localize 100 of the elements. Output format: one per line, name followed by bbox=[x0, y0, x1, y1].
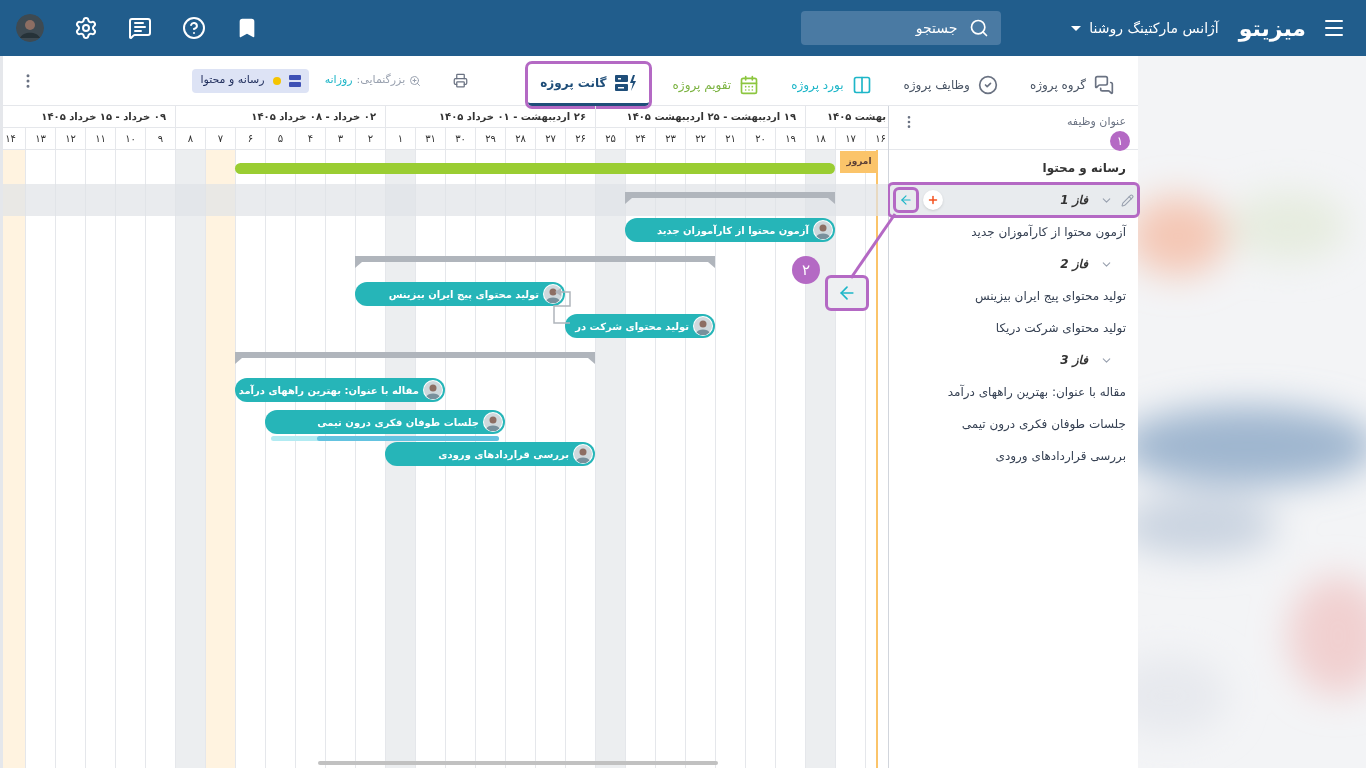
avatar-icon bbox=[573, 444, 593, 464]
task-row[interactable]: جلسات طوفان فکری درون تیمی bbox=[889, 408, 1138, 440]
task-row[interactable]: آزمون محتوا از کارآموزان جدید bbox=[889, 216, 1138, 248]
chat-icon[interactable] bbox=[128, 16, 152, 40]
phase-bracket[interactable] bbox=[625, 192, 835, 204]
day-header: ۳ bbox=[325, 127, 355, 149]
user-avatar[interactable] bbox=[16, 14, 44, 42]
day-header: ۲۶ bbox=[565, 127, 595, 149]
bar-label: آزمون محتوا از کارآموزان جدید bbox=[657, 223, 809, 238]
avatar-icon bbox=[423, 380, 443, 400]
phase-title: فاز 1 bbox=[1060, 192, 1088, 209]
workspace-dropdown[interactable]: آژانس مارکتینگ روشنا bbox=[1071, 17, 1219, 39]
task-title: آزمون محتوا از کارآموزان جدید bbox=[971, 223, 1126, 241]
day-header: ۳۱ bbox=[415, 127, 445, 149]
step-badge: ۱ bbox=[1110, 131, 1130, 151]
gantt-icon bbox=[614, 74, 637, 92]
chat-icon bbox=[1094, 74, 1114, 95]
day-header: ۲۲ bbox=[685, 127, 715, 149]
phase-row[interactable]: فاز 2 bbox=[889, 248, 1138, 280]
task-group-row[interactable]: رسانه و محتوا bbox=[889, 152, 1138, 184]
day-header: ۱۴ bbox=[3, 127, 25, 149]
column-header: عنوان وظیفه bbox=[1066, 114, 1126, 130]
group-title: رسانه و محتوا bbox=[1042, 160, 1126, 177]
day-header: ۲۰ bbox=[745, 127, 775, 149]
task-row[interactable]: تولید محتوای پیج ایران بیزینس bbox=[889, 280, 1138, 312]
help-icon[interactable] bbox=[182, 16, 206, 40]
day-header: ۸ bbox=[175, 127, 205, 149]
calendar-icon bbox=[739, 74, 760, 95]
zoom-icon bbox=[409, 74, 422, 87]
day-header: ۱۱ bbox=[85, 127, 115, 149]
board-icon bbox=[851, 74, 872, 95]
week-header: ۱۹ اردیبهشت - ۲۵ اردیبهشت ۱۴۰۵ bbox=[626, 109, 796, 124]
day-header: ۲۴ bbox=[625, 127, 655, 149]
check-circle-icon bbox=[977, 74, 998, 95]
view-tab[interactable]: وظایف پروژه bbox=[895, 63, 1006, 106]
day-header: ۲۷ bbox=[535, 127, 565, 149]
phase-title: فاز 2 bbox=[1060, 256, 1088, 273]
today-badge: امروز bbox=[840, 151, 878, 173]
day-header: ۹ bbox=[145, 127, 175, 149]
day-header: ۲۱ bbox=[715, 127, 745, 149]
day-header: ۲۹ bbox=[475, 127, 505, 149]
day-header: ۱ bbox=[385, 127, 415, 149]
phase-row[interactable]: فاز 3 bbox=[889, 344, 1138, 376]
bar-label: تولید محتوای شرکت در bbox=[575, 319, 689, 334]
day-header: ۳۰ bbox=[445, 127, 475, 149]
app-logo: میزیتو bbox=[1238, 14, 1306, 44]
day-header: ۱۲ bbox=[55, 127, 85, 149]
bar-label: مقاله با عنوان: بهترین راههای درآمد bbox=[238, 383, 419, 398]
task-title: بررسی قراردادهای ورودی bbox=[995, 448, 1126, 465]
day-header: ۱۶ bbox=[865, 127, 888, 149]
task-row[interactable]: بررسی قراردادهای ورودی bbox=[889, 440, 1138, 472]
day-header: ۱۹ bbox=[775, 127, 805, 149]
day-header: ۲ bbox=[355, 127, 385, 149]
task-title: تولید محتوای شرکت دریکا bbox=[995, 320, 1126, 337]
add-button[interactable] bbox=[923, 190, 943, 210]
bar-label: تولید محتوای پیج ایران بیزینس bbox=[388, 287, 539, 302]
task-row[interactable]: مقاله با عنوان: بهترین راههای درآمد bbox=[889, 376, 1138, 408]
phase-row[interactable]: فاز 1 bbox=[889, 184, 1138, 216]
project-chip[interactable]: رسانه و محتوا bbox=[192, 68, 309, 93]
week-header: بهشت ۱۴۰۵ bbox=[826, 109, 886, 124]
task-title: جلسات طوفان فکری درون تیمی bbox=[961, 416, 1126, 433]
avatar-icon bbox=[693, 316, 713, 336]
day-header: ۲۵ bbox=[595, 127, 625, 149]
avatar-icon bbox=[813, 220, 833, 240]
edit-icon[interactable] bbox=[1121, 193, 1134, 207]
plus-icon bbox=[927, 194, 939, 206]
day-header: ۲۳ bbox=[655, 127, 685, 149]
phase-bracket[interactable] bbox=[355, 256, 715, 268]
phase-title: فاز 3 bbox=[1060, 352, 1088, 369]
task-row[interactable]: تولید محتوای شرکت دریکا bbox=[889, 312, 1138, 344]
search-field[interactable]: جستجو bbox=[801, 11, 1002, 45]
day-header: ۱۸ bbox=[805, 127, 835, 149]
dependency-arrow bbox=[551, 288, 571, 324]
day-header: ۱۰ bbox=[115, 127, 145, 149]
day-header: ۶ bbox=[235, 127, 265, 149]
bar-label: بررسی قراردادهای ورودی bbox=[438, 447, 569, 462]
view-tab[interactable]: گانت پروژه bbox=[528, 63, 649, 106]
print-icon[interactable] bbox=[453, 73, 469, 88]
day-header: ۱۷ bbox=[835, 127, 865, 149]
day-header: ۷ bbox=[205, 127, 235, 149]
week-header: ۲۶ اردیبهشت - ۰۱ خرداد ۱۴۰۵ bbox=[438, 109, 586, 124]
settings-icon[interactable] bbox=[74, 16, 98, 40]
avatar-icon bbox=[483, 412, 503, 432]
view-tab[interactable]: گروه پروژه bbox=[1021, 63, 1122, 106]
day-header: ۲۸ bbox=[505, 127, 535, 149]
zoom-label: بزرگنمایی: bbox=[356, 72, 406, 89]
search-icon bbox=[969, 18, 990, 38]
phase-bracket[interactable] bbox=[235, 352, 595, 364]
day-header: ۵ bbox=[265, 127, 295, 149]
task-title: تولید محتوای پیج ایران بیزینس bbox=[974, 288, 1126, 305]
day-header: ۱۳ bbox=[25, 127, 55, 149]
arrow-left-icon bbox=[899, 193, 913, 207]
task-title: مقاله با عنوان: بهترین راههای درآمد bbox=[947, 383, 1126, 401]
week-header: ۰۲ خرداد - ۰۸ خرداد ۱۴۰۵ bbox=[251, 109, 376, 124]
bar-label: جلسات طوفان فکری درون تیمی bbox=[317, 415, 479, 430]
day-header: ۴ bbox=[295, 127, 325, 149]
avatar-icon bbox=[543, 284, 563, 304]
list-icon bbox=[288, 74, 301, 87]
go-to-bar-button[interactable] bbox=[893, 187, 919, 213]
week-header: ۰۹ خرداد - ۱۵ خرداد ۱۴۰۵ bbox=[41, 109, 166, 124]
